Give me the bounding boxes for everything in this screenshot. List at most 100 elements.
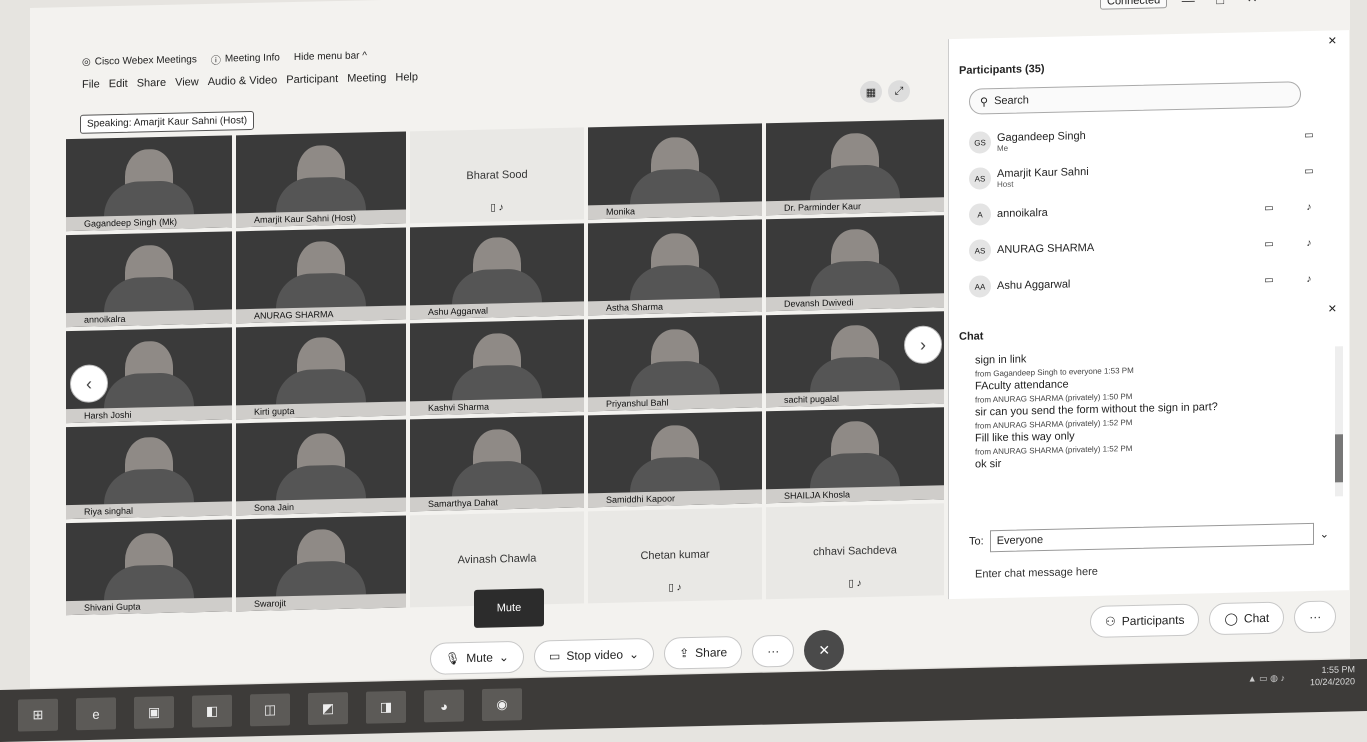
tab-meeting-info[interactable]: ⓘ Meeting Info: [211, 50, 280, 67]
app-icon[interactable]: ◩: [308, 692, 348, 726]
video-tile[interactable]: SHAILJA Khosla: [766, 407, 944, 504]
video-tile[interactable]: Samarthya Dahat: [410, 415, 584, 512]
microphone-icon: 🎙: [445, 651, 461, 666]
connection-status[interactable]: Connected: [1100, 0, 1168, 10]
video-tile[interactable]: Monika: [588, 123, 762, 220]
menu-help[interactable]: Help: [395, 71, 418, 84]
share-button[interactable]: ⇪ Share: [664, 635, 743, 670]
windows-start-icon[interactable]: ⊞: [18, 698, 58, 732]
avatar: AA: [969, 275, 991, 298]
video-tile[interactable]: Devansh Dwivedi: [766, 215, 944, 312]
webex-taskbar-icon[interactable]: ◉: [482, 688, 522, 722]
menu-participant[interactable]: Participant: [286, 73, 338, 86]
mic-muted-icon: ▯ ♪: [668, 582, 682, 594]
close-button[interactable]: ✕: [1241, 0, 1263, 7]
camera-icon: ▭: [1264, 238, 1274, 250]
menu-bar: File Edit Share View Audio & Video Parti…: [82, 71, 418, 91]
mic-muted-icon: ▯ ♪: [848, 578, 862, 590]
title-bar: Connected — □ ✕: [1100, 0, 1350, 14]
video-tile[interactable]: Riya singhal: [66, 423, 232, 520]
webex-window: Connected — □ ✕ ◎Cisco Webex Meetings ⓘM…: [30, 0, 1350, 689]
menu-edit[interactable]: Edit: [109, 78, 128, 90]
taskbar-clock[interactable]: 1:55 PM 10/24/2020: [1310, 663, 1355, 688]
grid-view-icon[interactable]: ▦: [860, 80, 882, 104]
camera-icon: ▭: [1264, 274, 1274, 286]
stop-video-button[interactable]: ▭ Stop video ⌄: [533, 637, 655, 673]
mute-overlay-button[interactable]: Mute: [474, 588, 544, 628]
video-tile[interactable]: Samiddhi Kapoor: [588, 411, 762, 508]
share-icon: ⇪: [679, 646, 690, 661]
webex-icon: ◎: [82, 56, 91, 68]
teams-icon[interactable]: ◫: [250, 693, 290, 727]
more-panels-button[interactable]: ···: [1294, 600, 1337, 634]
video-tile[interactable]: Chetan kumar ▯ ♪: [588, 507, 762, 604]
video-tile[interactable]: Priyanshul Bahl: [588, 315, 762, 412]
mic-muted-icon[interactable]: ♪: [1289, 201, 1329, 213]
chevron-down-icon[interactable]: ⌄: [499, 650, 509, 664]
recipient-select[interactable]: Everyone: [989, 522, 1314, 553]
chat-button[interactable]: ◯ Chat: [1209, 601, 1285, 636]
participant-list: GS Gagandeep Singh Me ▭ AS Amarjit Kaur S…: [969, 117, 1329, 305]
avatar: AS: [969, 167, 991, 190]
participants-button[interactable]: ⚇ Participants: [1090, 603, 1200, 638]
participants-header[interactable]: Participants (35): [959, 63, 1045, 77]
app-icon[interactable]: ◨: [366, 690, 406, 724]
menu-meeting[interactable]: Meeting: [347, 72, 386, 85]
layout-controls: ▦ ⤢: [860, 80, 910, 104]
camera-icon: ▭: [1304, 165, 1314, 177]
video-tile[interactable]: Amarjit Kaur Sahni (Host): [236, 131, 406, 228]
maximize-button[interactable]: □: [1209, 0, 1231, 7]
avatar: AS: [969, 239, 991, 262]
close-icon[interactable]: ✕: [1328, 34, 1337, 47]
panel-toggles: ⚇ Participants ◯ Chat ···: [1090, 600, 1337, 638]
mute-button[interactable]: 🎙 Mute ⌄: [430, 640, 524, 675]
participant-search-input[interactable]: ⚲ Search: [969, 81, 1301, 115]
menu-audio-video[interactable]: Audio & Video: [208, 74, 278, 88]
video-tile[interactable]: Kashvi Sharma: [410, 319, 584, 416]
side-panel: ✕ Participants (35) ⚲ Search GS Gagandee…: [948, 30, 1349, 600]
person-icon: ⚇: [1105, 614, 1116, 629]
app-icon[interactable]: ◕: [424, 689, 464, 723]
chat-messages: sign in link from Gagandeep Singh to eve…: [975, 347, 1325, 472]
chevron-down-icon[interactable]: ⌄: [1320, 527, 1329, 540]
end-call-button[interactable]: ✕: [804, 629, 845, 671]
fullscreen-icon[interactable]: ⤢: [888, 80, 910, 103]
mic-muted-icon[interactable]: ♪: [1289, 237, 1329, 249]
video-grid: Gagandeep Singh (Mk) Amarjit Kaur Sahni …: [66, 119, 946, 639]
chat-scrollbar[interactable]: [1335, 346, 1343, 497]
chevron-down-icon[interactable]: ⌄: [629, 647, 639, 661]
video-tile[interactable]: Ashu Aggarwal: [410, 223, 584, 320]
video-tile[interactable]: Kirti gupta: [236, 323, 406, 420]
video-tile[interactable]: Astha Sharma: [588, 219, 762, 316]
search-icon: ⚲: [980, 95, 989, 108]
mic-muted-icon[interactable]: ♪: [1289, 273, 1329, 285]
minimize-button[interactable]: —: [1177, 0, 1199, 7]
video-tile[interactable]: chhavi Sachdeva ▯ ♪: [766, 503, 944, 600]
video-tile[interactable]: Sona Jain: [236, 419, 406, 516]
office-icon[interactable]: ◧: [192, 694, 232, 728]
avatar: GS: [969, 131, 991, 154]
edge-icon[interactable]: e: [76, 697, 116, 731]
video-tile[interactable]: Shivani Gupta: [66, 519, 232, 616]
menu-file[interactable]: File: [82, 78, 100, 90]
video-tile[interactable]: Dr. Parminder Kaur: [766, 119, 944, 216]
more-options-button[interactable]: ···: [752, 634, 795, 668]
menu-view[interactable]: View: [175, 76, 199, 89]
video-tile[interactable]: Swarojit: [236, 515, 406, 612]
menu-share[interactable]: Share: [137, 77, 166, 90]
file-explorer-icon[interactable]: ▣: [134, 696, 174, 729]
chat-input[interactable]: Enter chat message here: [975, 566, 1098, 581]
participant-item[interactable]: AA Ashu Aggarwal ▭ ♪: [969, 261, 1329, 305]
hide-menu-bar-button[interactable]: Hide menu bar ^: [294, 50, 367, 63]
system-tray[interactable]: ▲ ▭ ◍ ♪: [1248, 673, 1285, 685]
video-tile[interactable]: annoikalra: [66, 231, 232, 328]
video-tile[interactable]: Gagandeep Singh (Mk): [66, 135, 232, 232]
avatar: A: [969, 203, 991, 226]
chat-close-icon[interactable]: ✕: [1328, 302, 1337, 315]
video-tile[interactable]: Bharat Sood ▯ ♪: [410, 127, 584, 224]
video-tile[interactable]: ANURAG SHARMA: [236, 227, 406, 324]
chat-header[interactable]: Chat: [959, 330, 983, 343]
info-icon: ⓘ: [210, 55, 221, 67]
tab-webex[interactable]: ◎ Cisco Webex Meetings: [82, 54, 197, 68]
video-icon: ▭: [548, 648, 561, 664]
